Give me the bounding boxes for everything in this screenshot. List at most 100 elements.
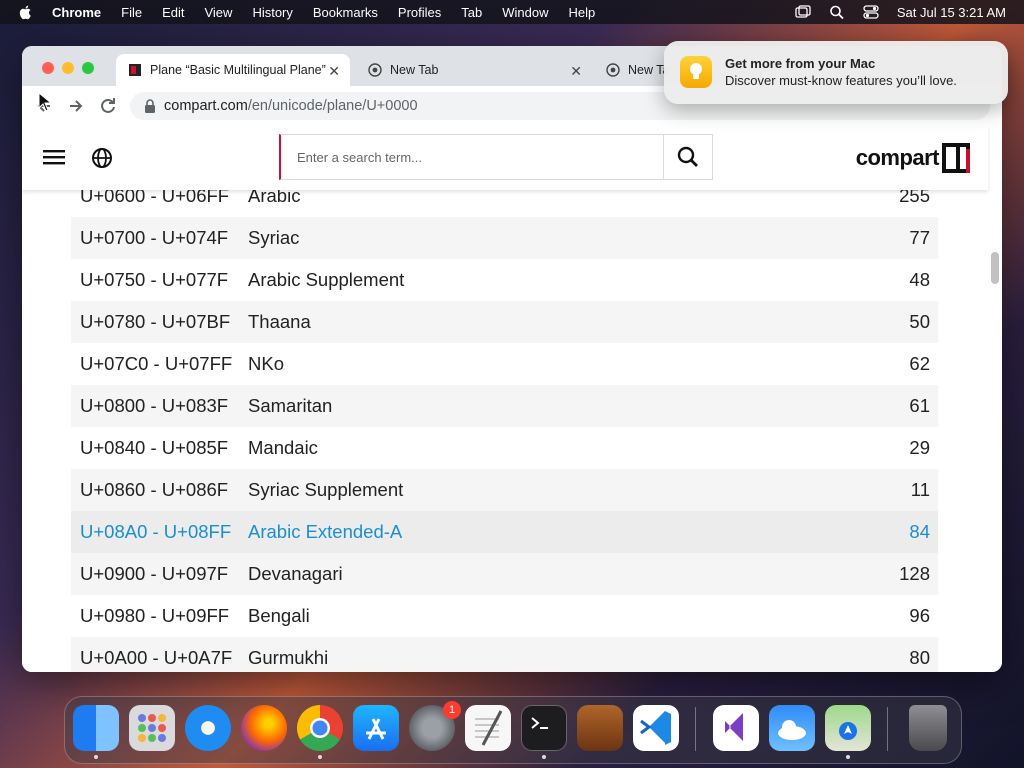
block-range-link[interactable]: U+0750 - U+077F <box>71 269 248 291</box>
block-name-link[interactable]: Gurmukhi <box>248 647 909 669</box>
menu-bookmarks[interactable]: Bookmarks <box>313 5 378 20</box>
trash-icon[interactable] <box>909 705 947 751</box>
tab-close-icon[interactable]: ✕ <box>570 63 582 80</box>
finder-icon[interactable] <box>73 705 119 751</box>
chrome-favicon-icon <box>606 63 620 77</box>
chrome-icon[interactable] <box>297 705 343 751</box>
block-name-link[interactable]: Bengali <box>248 605 909 627</box>
site-search-box <box>279 134 713 180</box>
spotlight-search-icon[interactable] <box>829 5 845 19</box>
block-range-link[interactable]: U+08A0 - U+08FF <box>71 521 248 543</box>
block-range-link[interactable]: U+0980 - U+09FF <box>71 605 248 627</box>
block-range-link[interactable]: U+0A00 - U+0A7F <box>71 647 248 669</box>
notification-banner[interactable]: Get more from your Mac Discover must-kno… <box>664 41 1008 104</box>
table-row[interactable]: U+0840 - U+085F Mandaic 29 <box>71 427 938 469</box>
running-indicator <box>542 755 546 759</box>
unicode-blocks-table: U+0600 - U+06FF Arabic 255 U+0700 - U+074F S… <box>71 175 938 672</box>
apple-menu-icon[interactable] <box>18 4 34 20</box>
reload-icon[interactable] <box>98 96 118 116</box>
menu-window[interactable]: Window <box>502 5 548 20</box>
page-scrollbar-thumb[interactable] <box>991 252 999 284</box>
block-name-link[interactable]: NKo <box>248 353 909 375</box>
table-row[interactable]: U+0780 - U+07BF Thaana 50 <box>71 301 938 343</box>
hamburger-menu-icon[interactable] <box>43 148 65 166</box>
site-search-input[interactable] <box>281 135 663 179</box>
block-name-link[interactable]: Arabic Extended-A <box>248 521 909 543</box>
table-row[interactable]: U+07C0 - U+07FF NKo 62 <box>71 343 938 385</box>
url-path: /en/unicode/plane/U+0000 <box>247 98 418 114</box>
block-range-link[interactable]: U+0840 - U+085F <box>71 437 248 459</box>
site-search-button[interactable] <box>663 135 712 179</box>
tab-label: New Tab <box>390 63 439 77</box>
forward-arrow-icon[interactable] <box>66 96 86 116</box>
minimize-window-button[interactable] <box>62 62 74 74</box>
block-range-link[interactable]: U+0800 - U+083F <box>71 395 248 417</box>
system-settings-icon[interactable]: 1 <box>409 701 461 751</box>
menu-edit[interactable]: Edit <box>162 5 184 20</box>
menu-help[interactable]: Help <box>569 5 596 20</box>
control-center-icon[interactable] <box>863 5 879 19</box>
table-row[interactable]: U+0A00 - U+0A7F Gurmukhi 80 <box>71 637 938 672</box>
block-name-link[interactable]: Devanagari <box>248 563 899 585</box>
tab-new-tab-1[interactable]: New Tab ✕ <box>356 54 592 86</box>
tab-compart-plane[interactable]: Plane “Basic Multilingual Plane” ✕ <box>116 54 350 86</box>
notification-body: Discover must-know features you’ll love. <box>725 73 957 88</box>
block-name-link[interactable]: Syriac <box>248 227 909 249</box>
table-row[interactable]: U+0900 - U+097F Devanagari 128 <box>71 553 938 595</box>
menu-bar: Chrome File Edit View History Bookmarks … <box>0 0 1024 24</box>
menu-profiles[interactable]: Profiles <box>398 5 441 20</box>
visual-studio-icon[interactable] <box>713 705 759 751</box>
tab-new-tab-2[interactable]: New Tab <box>594 54 674 86</box>
table-row[interactable]: U+0700 - U+074F Syriac 77 <box>71 217 938 259</box>
table-row[interactable]: U+08A0 - U+08FF Arabic Extended-A 84 <box>71 511 938 553</box>
launchpad-icon[interactable] <box>129 705 175 751</box>
block-name-link[interactable]: Syriac Supplement <box>248 479 911 501</box>
site-header: compart <box>22 126 988 190</box>
menu-history[interactable]: History <box>252 5 292 20</box>
block-range-link[interactable]: U+0700 - U+074F <box>71 227 248 249</box>
globe-language-icon[interactable] <box>91 147 113 169</box>
menu-tab[interactable]: Tab <box>461 5 482 20</box>
block-name-link[interactable]: Samaritan <box>248 395 909 417</box>
vscode-icon[interactable] <box>633 705 679 751</box>
table-row[interactable]: U+0800 - U+083F Samaritan 61 <box>71 385 938 427</box>
table-row[interactable]: U+0750 - U+077F Arabic Supplement 48 <box>71 259 938 301</box>
block-range-link[interactable]: U+07C0 - U+07FF <box>71 353 248 375</box>
weather-icon[interactable] <box>769 705 815 751</box>
table-row[interactable]: U+0860 - U+086F Syriac Supplement 11 <box>71 469 938 511</box>
block-range-link[interactable]: U+0780 - U+07BF <box>71 311 248 333</box>
block-character-count: 84 <box>909 521 930 542</box>
safari-icon[interactable] <box>185 705 231 751</box>
compart-favicon-icon <box>129 64 141 76</box>
table-row[interactable]: U+0980 - U+09FF Bengali 96 <box>71 595 938 637</box>
block-name-link[interactable]: Mandaic <box>248 437 909 459</box>
block-name-link[interactable]: Thaana <box>248 311 909 333</box>
garageband-icon[interactable] <box>577 705 623 751</box>
compart-logo[interactable]: compart <box>856 142 970 174</box>
block-range-link[interactable]: U+0900 - U+097F <box>71 563 248 585</box>
firefox-icon[interactable] <box>241 705 287 751</box>
dock-separator <box>695 707 696 751</box>
app-menu-chrome[interactable]: Chrome <box>52 5 101 20</box>
zoom-window-button[interactable] <box>82 62 94 74</box>
block-character-count: 61 <box>909 395 930 416</box>
app-store-icon[interactable] <box>353 705 399 751</box>
block-name-link[interactable]: Arabic Supplement <box>248 269 909 291</box>
maps-icon[interactable] <box>825 705 871 751</box>
notification-badge: 1 <box>443 701 461 719</box>
menubar-clock[interactable]: Sat Jul 15 3:21 AM <box>897 5 1006 20</box>
dock: 1 <box>64 696 962 764</box>
terminal-icon[interactable] <box>521 705 567 751</box>
chrome-favicon-icon <box>368 63 382 77</box>
tab-label: Plane “Basic Multilingual Plane” <box>150 63 326 77</box>
close-window-button[interactable] <box>42 62 54 74</box>
menu-file[interactable]: File <box>121 5 142 20</box>
menu-view[interactable]: View <box>204 5 232 20</box>
mouse-cursor-icon <box>38 92 52 112</box>
lock-icon[interactable] <box>144 99 156 113</box>
screen-mirroring-icon[interactable] <box>795 5 811 19</box>
block-range-link[interactable]: U+0860 - U+086F <box>71 479 248 501</box>
textedit-icon[interactable] <box>465 705 511 751</box>
tab-close-icon[interactable]: ✕ <box>328 63 340 80</box>
block-character-count: 29 <box>909 437 930 458</box>
